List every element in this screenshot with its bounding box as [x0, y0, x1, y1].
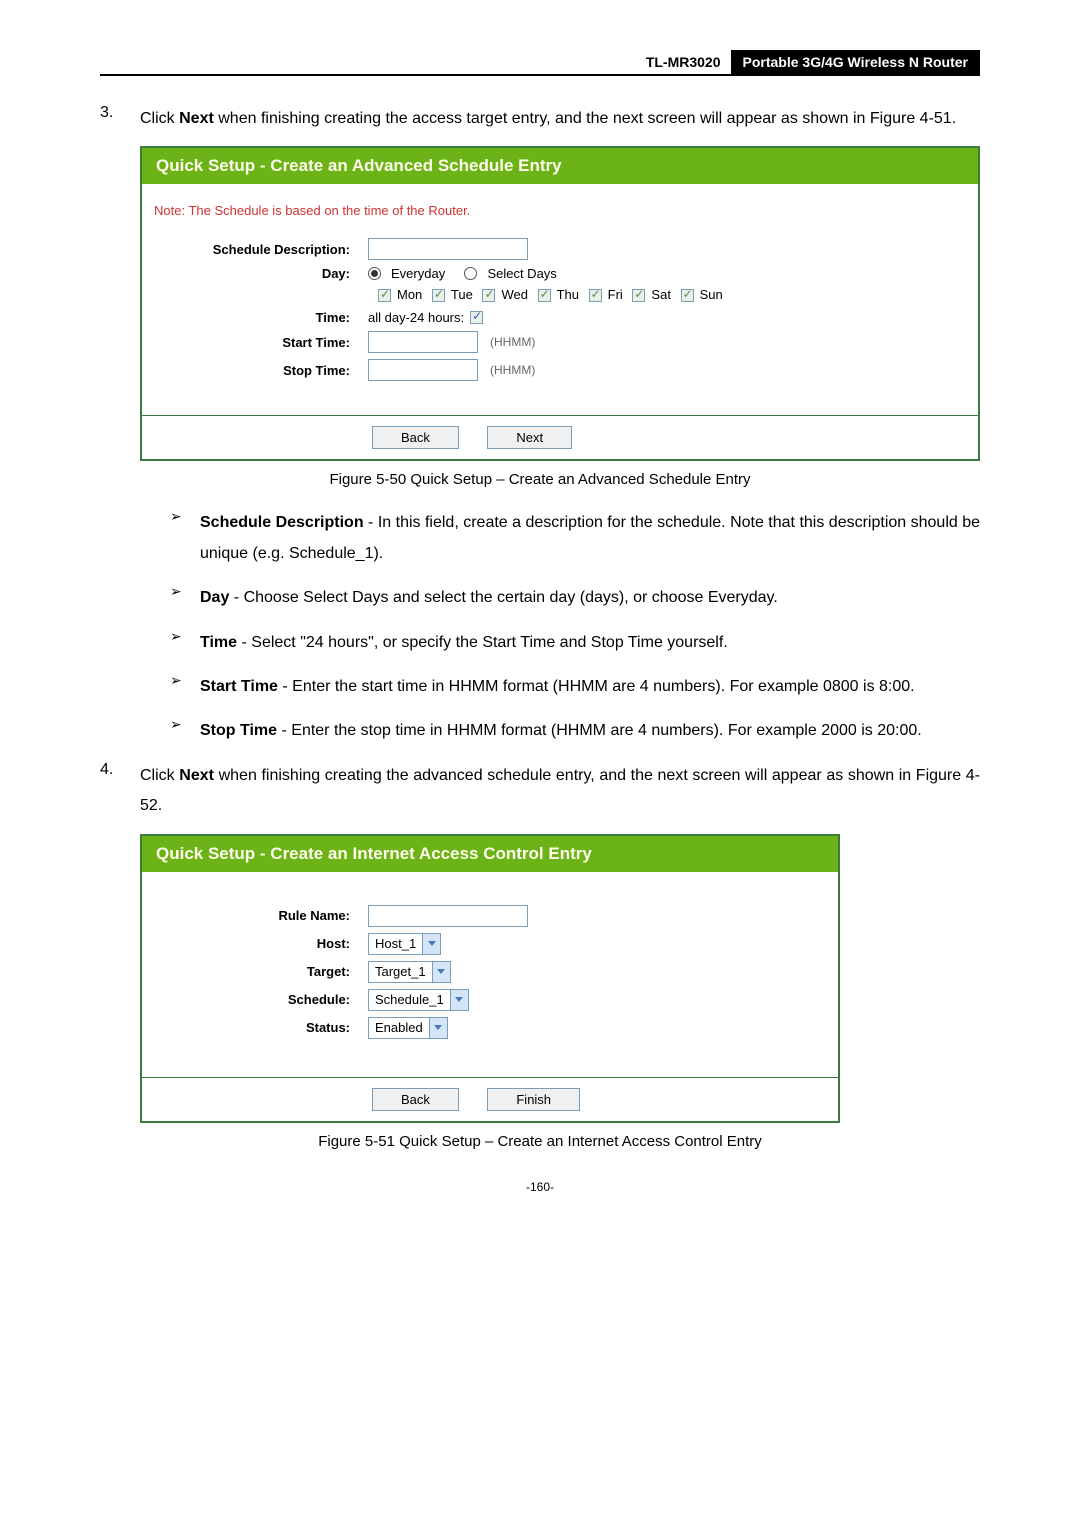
label-day: Day: — [148, 266, 368, 281]
figure-access-control: Quick Setup - Create an Internet Access … — [140, 834, 840, 1123]
day-checkboxes: Mon Tue Wed Thu Fri Sat Sun — [378, 287, 972, 302]
label-rule-name: Rule Name: — [148, 908, 368, 923]
start-time-input[interactable] — [368, 331, 478, 353]
schedule-select[interactable]: Schedule_1 — [368, 989, 469, 1011]
chk-wed[interactable] — [482, 289, 495, 302]
next-button[interactable]: Next — [487, 426, 572, 449]
chk-mon[interactable] — [378, 289, 391, 302]
step-text: Click Next when finishing creating the a… — [140, 761, 980, 822]
figure-schedule-entry: Quick Setup - Create an Advanced Schedul… — [140, 146, 980, 461]
figure-caption-2: Figure 5-51 Quick Setup – Create an Inte… — [100, 1133, 980, 1150]
back-button[interactable]: Back — [372, 1088, 459, 1111]
chk-tue[interactable] — [432, 289, 445, 302]
label-host: Host: — [148, 936, 368, 951]
chk-sun[interactable] — [681, 289, 694, 302]
rule-name-input[interactable] — [368, 905, 528, 927]
status-select[interactable]: Enabled — [368, 1017, 448, 1039]
figure-caption-1: Figure 5-50 Quick Setup – Create an Adva… — [100, 471, 980, 488]
bullet-icon: ➢ — [170, 508, 200, 569]
bullet-icon: ➢ — [170, 672, 200, 702]
label-start-time: Start Time: — [148, 335, 368, 350]
chk-thu[interactable] — [538, 289, 551, 302]
radio-selectdays-label: Select Days — [487, 266, 556, 281]
label-status: Status: — [148, 1020, 368, 1035]
target-select[interactable]: Target_1 — [368, 961, 451, 983]
allday-label: all day-24 hours: — [368, 310, 464, 325]
step-number: 4. — [100, 761, 140, 822]
schedule-desc-input[interactable] — [368, 238, 528, 260]
chevron-down-icon — [432, 962, 450, 982]
radio-selectdays[interactable] — [464, 267, 477, 280]
step-number: 3. — [100, 104, 140, 134]
panel-title: Quick Setup - Create an Internet Access … — [142, 836, 838, 875]
model-tag: TL-MR3020 — [636, 50, 731, 74]
bullet-icon: ➢ — [170, 716, 200, 746]
label-schedule-desc: Schedule Description: — [148, 242, 368, 257]
note-text: Note: The Schedule is based on the time … — [154, 203, 972, 218]
back-button[interactable]: Back — [372, 426, 459, 449]
page-number: -160- — [100, 1180, 980, 1194]
panel-title: Quick Setup - Create an Advanced Schedul… — [142, 148, 978, 187]
bullet-icon: ➢ — [170, 583, 200, 613]
stop-time-input[interactable] — [368, 359, 478, 381]
radio-everyday[interactable] — [368, 267, 381, 280]
radio-everyday-label: Everyday — [391, 266, 445, 281]
label-time: Time: — [148, 310, 368, 325]
chevron-down-icon — [450, 990, 468, 1010]
label-stop-time: Stop Time: — [148, 363, 368, 378]
label-target: Target: — [148, 964, 368, 979]
step-text: Click Next when finishing creating the a… — [140, 104, 980, 134]
chk-allday[interactable] — [470, 311, 483, 324]
label-schedule: Schedule: — [148, 992, 368, 1007]
host-select[interactable]: Host_1 — [368, 933, 441, 955]
doc-header: TL-MR3020 Portable 3G/4G Wireless N Rout… — [100, 50, 980, 76]
device-desc: Portable 3G/4G Wireless N Router — [731, 50, 981, 74]
chk-sat[interactable] — [632, 289, 645, 302]
chevron-down-icon — [422, 934, 440, 954]
bullet-icon: ➢ — [170, 628, 200, 658]
chk-fri[interactable] — [589, 289, 602, 302]
chevron-down-icon — [429, 1018, 447, 1038]
finish-button[interactable]: Finish — [487, 1088, 580, 1111]
